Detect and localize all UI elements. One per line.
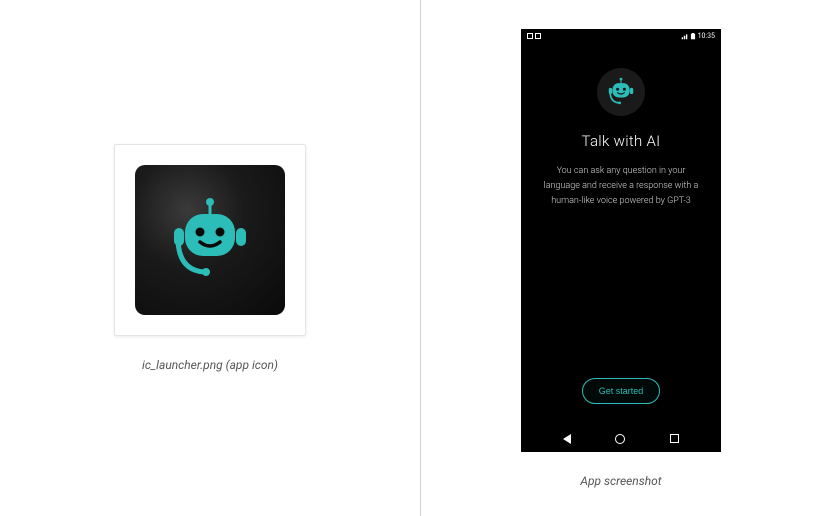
app-logo — [597, 68, 645, 116]
home-icon[interactable] — [615, 434, 625, 444]
app-icon-caption: ic_launcher.png (app icon) — [142, 358, 278, 372]
phone-frame: 10:35 Talk with AI You can as — [521, 29, 721, 452]
robot-icon — [604, 75, 638, 109]
battery-icon — [690, 33, 696, 40]
status-indicator-icon — [527, 33, 533, 39]
status-left — [527, 33, 541, 39]
back-icon[interactable] — [563, 434, 571, 444]
android-nav-bar — [521, 426, 721, 452]
left-panel: ic_launcher.png (app icon) — [0, 0, 420, 516]
app-icon — [135, 165, 285, 315]
signal-icon — [681, 33, 688, 40]
status-right: 10:35 — [681, 32, 715, 40]
status-time: 10:35 — [698, 32, 715, 40]
status-bar: 10:35 — [521, 29, 721, 44]
phone-content: Talk with AI You can ask any question in… — [521, 44, 721, 426]
right-panel: 10:35 Talk with AI You can as — [421, 0, 821, 516]
recents-icon[interactable] — [670, 434, 679, 443]
onboarding-title: Talk with AI — [582, 132, 661, 150]
onboarding-description: You can ask any question in your languag… — [539, 164, 704, 210]
get-started-button[interactable]: Get started — [582, 378, 661, 404]
robot-icon — [160, 190, 260, 290]
status-indicator-icon — [535, 33, 541, 39]
screenshot-caption: App screenshot — [580, 474, 661, 488]
app-icon-card — [114, 144, 306, 336]
